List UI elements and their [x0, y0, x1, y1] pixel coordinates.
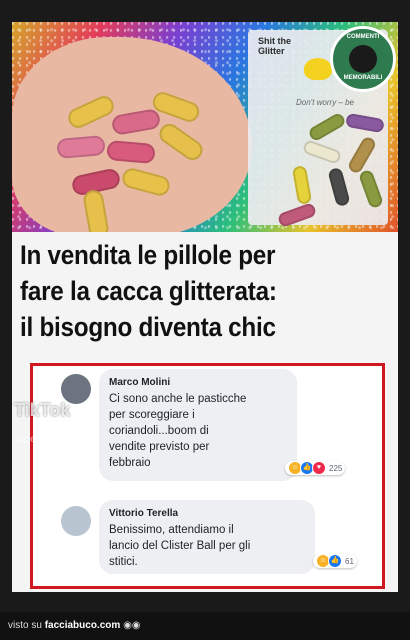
- pill: [291, 165, 313, 205]
- comment-line: Ci sono anche le pasticche: [109, 393, 247, 405]
- pill: [106, 139, 156, 165]
- pill: [301, 138, 343, 166]
- headline-line-3: il bisogno diventa chic: [20, 312, 276, 342]
- comment-line: Benissimo, attendiamo il: [109, 524, 234, 536]
- pill: [345, 112, 385, 134]
- footer-text: visto su facciabuco.com ◉◉: [8, 620, 141, 631]
- comment-author[interactable]: Marco Molini: [109, 377, 170, 388]
- pill: [327, 166, 351, 208]
- comment-line: febbraio: [109, 457, 151, 469]
- comment-line: stitici.: [109, 556, 138, 568]
- comment-text: Benissimo, attendiamo il lancio del Clis…: [109, 522, 250, 570]
- comments-box: Marco Molini Ci sono anche le pasticche …: [30, 363, 385, 589]
- tiktok-username: super_news7: [14, 434, 74, 445]
- comment-line: lancio del Clister Ball per gli: [109, 540, 251, 552]
- bearded-face-icon: [349, 45, 377, 73]
- glitter-pills-photo: Shit the Glitter Don't worry – be COMMEN…: [12, 22, 398, 232]
- pill: [276, 201, 318, 229]
- seal-bottom-text: MEMORABILI: [343, 75, 383, 81]
- reaction-summary[interactable]: ☺ 👍 61: [313, 554, 357, 568]
- seal-top-text: COMMENTI: [346, 34, 380, 40]
- footer-prefix: visto su: [8, 620, 42, 631]
- comment-line: coriandoli...boom di: [109, 425, 209, 437]
- headline: In vendita le pillole per fare la cacca …: [20, 237, 355, 345]
- pill: [346, 135, 378, 175]
- reaction-summary[interactable]: ☺ 👍 ♥ 225: [285, 461, 346, 475]
- comment-line: vendite previsto per: [109, 441, 210, 453]
- pill: [357, 168, 385, 210]
- comment-text: Ci sono anche le pasticche per scoreggia…: [109, 391, 246, 471]
- comment-line: per scoreggiare i: [109, 409, 195, 421]
- reaction-count: 61: [345, 556, 354, 566]
- comment-bubble: Marco Molini Ci sono anche le pasticche …: [99, 369, 297, 481]
- footer-bar: visto su facciabuco.com ◉◉: [0, 612, 410, 640]
- headline-line-2: fare la cacca glitterata:: [20, 276, 277, 306]
- headline-line-1: In vendita le pillole per: [20, 240, 276, 270]
- footer-brand-link[interactable]: facciabuco.com: [45, 620, 121, 631]
- comment-bubble: Vittorio Terella Benissimo, attendiamo i…: [99, 500, 315, 574]
- packet-tagline: Don't worry – be: [296, 98, 354, 107]
- reaction-count: 225: [329, 463, 343, 473]
- like-reaction-icon: 👍: [328, 554, 342, 568]
- tiktok-watermark: TikTok: [14, 400, 71, 420]
- packet-title: Shit the Glitter: [258, 36, 291, 56]
- love-reaction-icon: ♥: [312, 461, 326, 475]
- smiley-icon: [304, 58, 332, 80]
- meme-card: Shit the Glitter Don't worry – be COMMEN…: [12, 22, 398, 592]
- commenti-memorabili-seal: COMMENTI MEMORABILI: [330, 26, 396, 92]
- eyes-icon: ◉◉: [123, 620, 141, 631]
- pill: [307, 111, 347, 143]
- avatar: [61, 506, 91, 536]
- comment-author[interactable]: Vittorio Terella: [109, 508, 178, 519]
